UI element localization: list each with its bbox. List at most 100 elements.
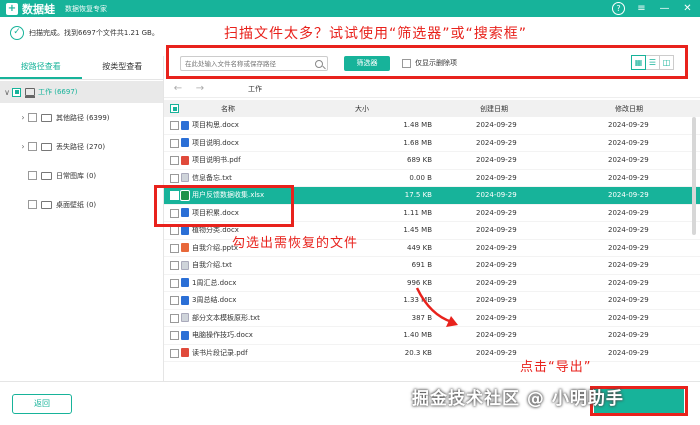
xlsx-file-icon [180, 189, 190, 201]
tree-checkbox[interactable] [12, 87, 21, 97]
file-name: 项目说明.docx [181, 138, 239, 148]
header-name[interactable]: 名称 [221, 104, 235, 114]
back-button[interactable]: 返回 [12, 394, 72, 414]
tree-item[interactable]: 日常图库 (0) [0, 161, 163, 190]
table-row[interactable]: 部分文本模板原形.txt 387 B 2024-09-29 2024-09-29 [164, 310, 700, 327]
row-checkbox[interactable] [170, 296, 179, 305]
row-checkbox[interactable] [170, 313, 179, 323]
table-row[interactable]: 项目说明书.pdf 689 KB 2024-09-29 2024-09-29 [164, 152, 700, 170]
file-created: 2024-09-29 [476, 278, 517, 287]
file-size: 1.33 MB [403, 296, 432, 304]
file-size: 449 KB [407, 243, 432, 252]
app-subtitle: 数据恢复专家 [65, 4, 107, 13]
file-name: 植物分类.docx [181, 225, 239, 235]
deleted-only-toggle[interactable]: 仅显示删除项 [402, 58, 457, 68]
row-checkbox[interactable] [170, 121, 179, 130]
list-view-icon[interactable]: ☰ [645, 55, 660, 70]
file-modified: 2024-09-29 [608, 296, 649, 304]
search-box[interactable] [180, 56, 328, 71]
file-name: 项目积累.docx [181, 208, 239, 218]
row-checkbox[interactable] [170, 208, 179, 218]
filter-button[interactable]: 筛选器 [344, 56, 390, 71]
tab-by-type[interactable]: 按类型查看 [82, 56, 164, 79]
select-all-checkbox[interactable] [170, 104, 179, 113]
tree-root-item[interactable]: ∨ 工作 (6697) [0, 81, 163, 103]
search-icon[interactable] [315, 59, 323, 68]
table-row[interactable]: 项目积累.docx 1.11 MB 2024-09-29 2024-09-29 [164, 205, 700, 222]
watermark: 掘金技术社区 @ 小明助手 [412, 389, 624, 409]
chevron-icon[interactable]: › [18, 142, 28, 151]
tree-checkbox[interactable] [28, 171, 37, 180]
close-icon[interactable]: ✕ [681, 2, 694, 15]
file-created: 2024-09-29 [476, 348, 517, 357]
tree-checkbox[interactable] [28, 113, 37, 122]
table-row[interactable]: 项目构思.docx 1.48 MB 2024-09-29 2024-09-29 [164, 117, 700, 135]
table-row[interactable]: 用户反馈数据收集.xlsx 17.5 KB 2024-09-29 2024-09-29 [164, 187, 700, 205]
sidebar-tabs: 按路径查看 按类型查看 [0, 56, 163, 80]
file-name: 项目说明书.pdf [181, 155, 241, 165]
tree-checkbox[interactable] [28, 200, 37, 209]
table-row[interactable]: 信息备忘.txt 0.00 B 2024-09-29 2024-09-29 [164, 170, 700, 187]
file-size: 996 KB [407, 278, 432, 287]
file-size: 1.48 MB [403, 121, 432, 129]
table-header: 名称 大小 创建日期 修改日期 [164, 100, 700, 117]
row-checkbox[interactable] [170, 331, 179, 340]
table-row[interactable]: 电脑操作技巧.docx 1.40 MB 2024-09-29 2024-09-29 [164, 327, 700, 345]
folder-icon [41, 200, 52, 209]
file-created: 2024-09-29 [476, 331, 517, 339]
table-row[interactable]: 项目说明.docx 1.68 MB 2024-09-29 2024-09-29 [164, 135, 700, 152]
tree-item[interactable]: › 丢失路径 (270) [0, 132, 163, 161]
scrollbar[interactable] [692, 117, 696, 235]
docx-file-icon [181, 330, 189, 340]
row-checkbox[interactable] [170, 348, 179, 358]
row-checkbox[interactable] [170, 278, 179, 288]
pdf-file-icon [181, 155, 189, 165]
grid-view-icon[interactable]: ▦ [631, 55, 646, 70]
help-icon[interactable]: ? [612, 2, 625, 15]
table-row[interactable]: 1周汇总.docx 996 KB 2024-09-29 2024-09-29 [164, 275, 700, 292]
header-modified[interactable]: 修改日期 [615, 104, 643, 114]
tree-item[interactable]: 桌面壁纸 (0) [0, 190, 163, 219]
tab-by-path[interactable]: 按路径查看 [0, 56, 82, 79]
row-checkbox[interactable] [170, 138, 179, 148]
file-modified: 2024-09-29 [608, 278, 649, 287]
menu-icon[interactable]: ≡ [635, 2, 648, 15]
row-checkbox[interactable] [170, 156, 179, 165]
docx-file-icon [181, 295, 189, 305]
search-input[interactable] [185, 59, 313, 68]
row-checkbox[interactable] [170, 173, 179, 183]
docx-file-icon [181, 120, 189, 130]
file-name-text: 读书片段记录.pdf [192, 348, 248, 357]
header-size[interactable]: 大小 [355, 104, 369, 114]
file-name: 电脑操作技巧.docx [181, 330, 253, 340]
row-checkbox[interactable] [170, 190, 179, 200]
table-row[interactable]: 读书片段记录.pdf 20.3 KB 2024-09-29 2024-09-29 [164, 345, 700, 362]
tree-checkbox[interactable] [28, 142, 37, 151]
folder-icon [41, 113, 52, 122]
bottom-divider [0, 381, 700, 382]
minimize-icon[interactable]: — [658, 2, 671, 15]
file-modified: 2024-09-29 [608, 226, 649, 234]
file-name-text: 1周汇总.docx [192, 278, 237, 287]
file-name: 读书片段记录.pdf [181, 348, 248, 358]
app-name: 数据蛙 [22, 2, 55, 16]
chevron-icon[interactable]: ∨ [2, 88, 12, 97]
table-row[interactable]: 自我介绍.txt 691 B 2024-09-29 2024-09-29 [164, 257, 700, 275]
row-checkbox[interactable] [170, 261, 179, 270]
deleted-only-checkbox[interactable] [402, 58, 411, 68]
row-checkbox[interactable] [170, 243, 179, 253]
row-checkbox[interactable] [170, 226, 179, 235]
detail-view-icon[interactable]: ◫ [659, 55, 674, 70]
current-path: 工作 [248, 84, 262, 93]
docx-file-icon [181, 278, 189, 287]
chevron-icon[interactable]: › [18, 113, 28, 122]
txt-file-icon [181, 260, 189, 270]
header-created[interactable]: 创建日期 [480, 104, 508, 114]
docx-file-icon [181, 225, 189, 235]
file-modified: 2024-09-29 [608, 261, 649, 269]
table-row[interactable]: 3周总结.docx 1.33 MB 2024-09-29 2024-09-29 [164, 292, 700, 310]
tree-item[interactable]: › 其他路径 (6399) [0, 103, 163, 132]
back-arrow-icon[interactable]: ← [170, 83, 186, 94]
tree-item-label: 桌面壁纸 (0) [56, 200, 97, 209]
forward-arrow-icon[interactable]: → [192, 83, 208, 94]
